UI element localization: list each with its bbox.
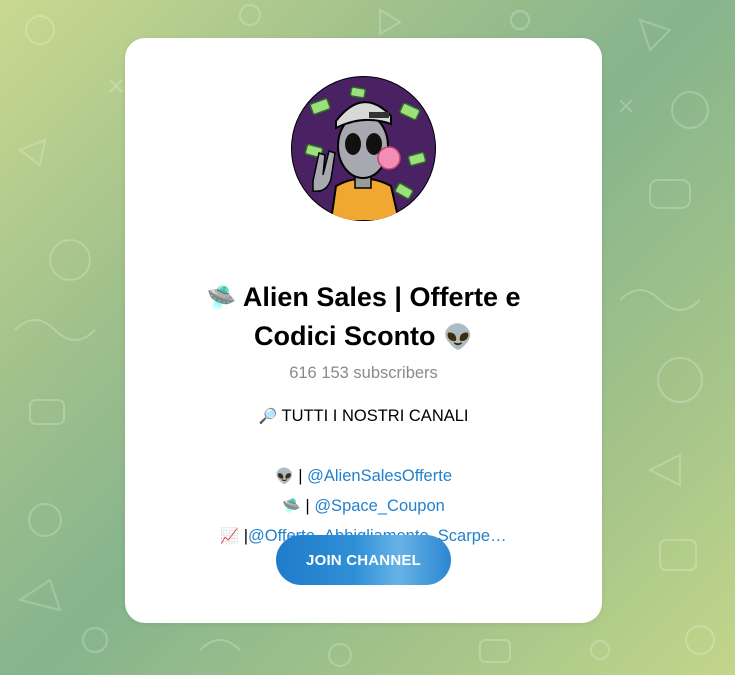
link-separator: | (300, 497, 315, 515)
alien-icon: 👽 (274, 467, 294, 485)
channel-description: 🔎 TUTTI I NOSTRI CANALI 👽 | @AlienSalesO… (145, 401, 582, 551)
channel-link-row: 👽 | @AlienSalesOfferte (145, 461, 582, 491)
channel-title: 🛸 Alien Sales | Offerte e Codici Sconto … (165, 278, 562, 356)
channel-link-row: 🛸 | @Space_Coupon (145, 491, 582, 521)
ufo-icon: 🛸 (206, 284, 237, 312)
alien-mascot-avatar-icon (291, 76, 436, 221)
description-heading: 🔎 TUTTI I NOSTRI CANALI (145, 401, 582, 431)
chart-icon: 📈 (220, 527, 240, 545)
channel-card: 🛸 Alien Sales | Offerte e Codici Sconto … (125, 38, 602, 623)
channel-avatar[interactable] (291, 76, 436, 221)
join-channel-button[interactable]: JOIN CHANNEL (276, 535, 451, 585)
alien-icon: 👽 (443, 323, 473, 351)
link-separator: | (239, 527, 248, 545)
ufo-icon: 🛸 (282, 497, 301, 515)
channel-link-aliensalesofferte[interactable]: @AlienSalesOfferte (307, 467, 452, 485)
channel-link-space-coupon[interactable]: @Space_Coupon (314, 497, 445, 515)
magnifier-icon: 🔎 (258, 407, 278, 425)
description-heading-text: TUTTI I NOSTRI CANALI (281, 407, 469, 425)
subscriber-count: 616 153 subscribers (289, 364, 438, 382)
link-separator: | (293, 467, 308, 485)
channel-title-text: Alien Sales | Offerte e Codici Sconto (242, 282, 521, 351)
